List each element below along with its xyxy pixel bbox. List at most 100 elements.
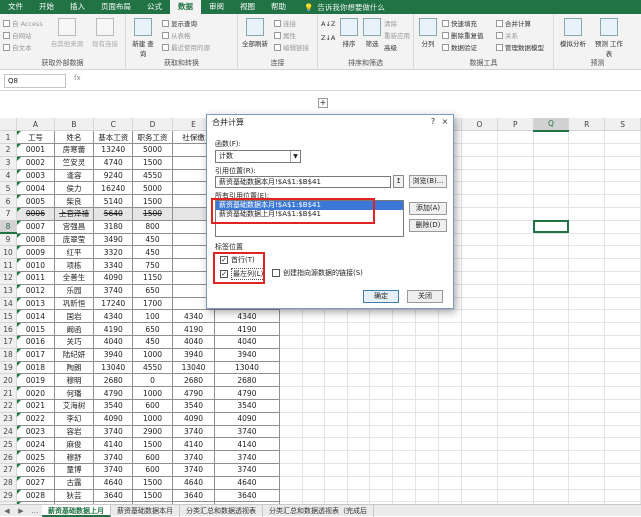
cell[interactable] bbox=[438, 309, 463, 324]
cell[interactable]: 3340 bbox=[93, 258, 134, 273]
cell[interactable]: 600 bbox=[132, 399, 173, 413]
cell[interactable] bbox=[279, 476, 303, 490]
cell[interactable] bbox=[438, 425, 463, 439]
cell[interactable] bbox=[461, 297, 498, 311]
cell[interactable] bbox=[347, 476, 371, 490]
cell[interactable]: 13040 bbox=[93, 360, 134, 375]
cell[interactable]: 3740 bbox=[93, 424, 134, 439]
row-header[interactable]: 22 bbox=[0, 399, 18, 413]
cell[interactable] bbox=[461, 463, 498, 477]
cell[interactable] bbox=[347, 335, 371, 349]
cell[interactable] bbox=[533, 169, 570, 183]
row-header[interactable]: 2 bbox=[0, 143, 18, 157]
cell[interactable] bbox=[415, 437, 440, 452]
cell[interactable]: 0017 bbox=[16, 347, 55, 362]
cell[interactable]: 650 bbox=[132, 283, 173, 298]
cell[interactable]: 0018 bbox=[16, 360, 55, 375]
tell-me-box[interactable]: 💡 告诉我你想要做什么 bbox=[304, 2, 385, 13]
cell[interactable] bbox=[461, 425, 498, 439]
cell[interactable] bbox=[302, 450, 326, 465]
cell[interactable]: 4550 bbox=[132, 168, 173, 183]
cell[interactable] bbox=[324, 437, 348, 452]
cell[interactable] bbox=[347, 361, 371, 375]
cell[interactable] bbox=[324, 335, 348, 349]
cell[interactable]: 13240 bbox=[93, 143, 134, 157]
cell[interactable] bbox=[347, 386, 371, 401]
column-header[interactable]: A bbox=[16, 118, 55, 132]
cell[interactable]: 穆舒 bbox=[53, 450, 95, 465]
cell[interactable]: 4040 bbox=[214, 335, 280, 349]
cell[interactable] bbox=[347, 309, 371, 324]
cell[interactable] bbox=[461, 335, 498, 349]
cell[interactable]: 工号 bbox=[16, 130, 55, 145]
cell[interactable] bbox=[415, 476, 440, 490]
cell[interactable]: 4140 bbox=[171, 437, 216, 452]
sort-ascending-button[interactable]: A↓Z bbox=[321, 20, 335, 28]
cell[interactable] bbox=[347, 373, 371, 388]
row-header[interactable]: 11 bbox=[0, 258, 18, 273]
cell[interactable] bbox=[302, 476, 326, 490]
cell[interactable]: 4090 bbox=[171, 411, 216, 426]
remove-duplicates-button[interactable]: 删除重复值 bbox=[442, 30, 484, 40]
cell[interactable] bbox=[497, 361, 534, 375]
cell[interactable] bbox=[392, 373, 416, 388]
column-header[interactable]: B bbox=[54, 118, 95, 132]
cell[interactable] bbox=[568, 437, 606, 452]
row-header[interactable]: 25 bbox=[0, 437, 18, 452]
cell[interactable] bbox=[279, 309, 303, 324]
cell[interactable] bbox=[324, 386, 348, 401]
cell[interactable] bbox=[533, 335, 570, 349]
cell[interactable]: 童博 bbox=[53, 463, 95, 477]
cell[interactable] bbox=[279, 322, 303, 337]
cell[interactable]: 3740 bbox=[171, 424, 216, 439]
row-header[interactable]: 10 bbox=[0, 245, 18, 260]
row-header[interactable]: 18 bbox=[0, 348, 18, 362]
cell[interactable] bbox=[415, 425, 440, 439]
cell[interactable]: 1700 bbox=[132, 296, 173, 311]
row-header[interactable]: 12 bbox=[0, 271, 18, 285]
cell[interactable]: 上官泽禧 bbox=[53, 207, 95, 221]
row-header[interactable]: 23 bbox=[0, 412, 18, 426]
cell[interactable]: 姓名 bbox=[53, 130, 95, 145]
cell[interactable] bbox=[497, 284, 534, 298]
refresh-all-button[interactable]: 全部刷新 bbox=[241, 18, 269, 48]
existing-connections-button[interactable]: 现有连接 bbox=[88, 18, 122, 48]
cell[interactable] bbox=[392, 399, 416, 413]
cell[interactable] bbox=[533, 309, 570, 324]
manage-data-model-button[interactable]: 管理数据模型 bbox=[496, 42, 544, 52]
row-header[interactable]: 15 bbox=[0, 309, 18, 324]
cell[interactable]: 项栋 bbox=[53, 258, 95, 273]
cell[interactable] bbox=[461, 245, 498, 260]
cell[interactable] bbox=[568, 181, 606, 196]
cell[interactable] bbox=[568, 194, 606, 209]
row-header[interactable]: 13 bbox=[0, 284, 18, 298]
cell[interactable] bbox=[415, 322, 440, 337]
cell[interactable] bbox=[533, 437, 570, 452]
cell[interactable] bbox=[461, 271, 498, 285]
cell[interactable] bbox=[369, 335, 394, 349]
cell[interactable]: 450 bbox=[132, 232, 173, 247]
cell[interactable] bbox=[497, 156, 534, 170]
cell[interactable] bbox=[392, 348, 416, 362]
cell[interactable]: 1500 bbox=[132, 194, 173, 209]
cell[interactable]: 3740 bbox=[171, 463, 216, 477]
cell[interactable] bbox=[392, 412, 416, 426]
cell[interactable] bbox=[533, 181, 570, 196]
cell[interactable] bbox=[324, 322, 348, 337]
cell[interactable] bbox=[461, 412, 498, 426]
tab-file[interactable]: 文件 bbox=[0, 0, 31, 14]
cell[interactable] bbox=[604, 130, 641, 145]
cell[interactable]: 4190 bbox=[214, 322, 280, 337]
cell[interactable] bbox=[533, 476, 570, 490]
cell[interactable] bbox=[604, 194, 641, 209]
cell[interactable] bbox=[604, 220, 641, 234]
cell[interactable] bbox=[302, 437, 326, 452]
cell[interactable]: 0026 bbox=[16, 463, 55, 477]
cell[interactable]: 陶朗 bbox=[53, 360, 95, 375]
cell[interactable]: 450 bbox=[132, 245, 173, 260]
cell[interactable] bbox=[604, 233, 641, 247]
cell[interactable] bbox=[369, 425, 394, 439]
row-header[interactable]: 27 bbox=[0, 463, 18, 477]
cell[interactable]: 650 bbox=[132, 322, 173, 337]
sort-button[interactable]: 排序 bbox=[338, 18, 360, 48]
